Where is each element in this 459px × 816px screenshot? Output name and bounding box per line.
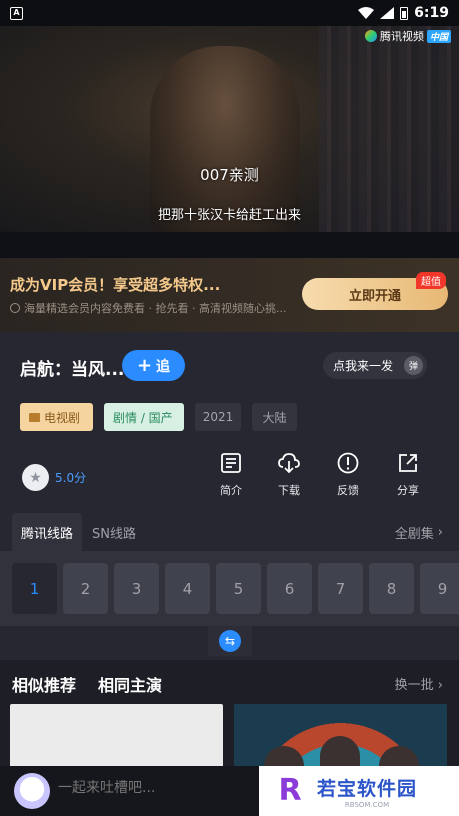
clock-icon [10,303,20,313]
episode-button[interactable]: 5 [216,563,261,614]
collapse-handle[interactable]: ⇆ [208,626,252,656]
tencent-video-logo-icon [364,30,377,42]
tag-genre[interactable]: 剧情 / 国产 [104,403,184,431]
tag-type[interactable]: 电视剧 [20,403,93,431]
alert-circle-icon [337,452,359,474]
share-button[interactable]: 分享 [386,452,430,498]
intro-button[interactable]: 简介 [209,452,253,498]
video-background [319,26,459,232]
watermark-title: 若宝软件园 [317,777,418,800]
episode-button[interactable]: 2 [63,563,108,614]
download-label: 下载 [278,484,300,497]
follow-button[interactable]: + 追 [122,350,185,381]
tab-tencent-route[interactable]: 腾讯线路 [12,513,82,551]
detail-panel: 启航：当风... + 追 点我来一发 弹 电视剧 剧情 / 国产 2021 大陆… [0,332,459,672]
logo-text: 腾讯视频 [379,30,424,43]
battery-icon [400,6,409,20]
star-icon: ★ [22,464,49,491]
feedback-label: 反馈 [337,484,359,497]
player-bottom-gap [0,232,459,258]
episode-button[interactable]: 3 [114,563,159,614]
episode-button[interactable]: 8 [369,563,414,614]
avatar[interactable] [14,773,50,809]
all-episodes-link[interactable]: 全剧集 › [395,513,443,551]
vip-title: 成为VIP会员！享受超多特权... [10,276,221,294]
tv-icon [29,412,40,422]
vip-banner[interactable]: 成为VIP会员！享受超多特权... 海量精选会员内容免费看 · 抢先看 · 高清… [0,258,459,332]
status-time: 6:19 [414,5,449,21]
download-button[interactable]: 下载 [267,452,311,498]
tab-same-cast[interactable]: 相同主演 [98,672,162,696]
follow-label: 追 [156,358,171,375]
rating-score: 5.0分 [55,471,87,485]
feedback-button[interactable]: 反馈 [326,452,370,498]
danmaku-pill[interactable]: 点我来一发 弹 [323,352,427,379]
watermark-sub: RBSOM.COM [344,800,390,809]
tag-region[interactable]: 大陆 [252,403,297,431]
chevron-right-icon: › [437,678,443,693]
refresh-label: 换一批 [394,678,434,693]
show-title[interactable]: 启航：当风... [20,355,124,380]
tag-type-label: 电视剧 [44,410,81,425]
document-icon [221,453,241,473]
app-notification-icon: A [10,6,23,20]
watermark-logo-icon: R [278,773,302,808]
cloud-download-icon [278,453,300,474]
subtitle-top: 007亲测 [200,166,259,184]
signal-icon [380,7,395,19]
episode-button[interactable]: 9 [420,563,459,614]
episode-strip[interactable]: 1 2 3 4 5 6 7 8 9 [0,551,459,626]
danmaku-avatar-icon: 弹 [404,356,423,375]
refresh-link[interactable]: 换一批 › [395,674,443,693]
subtitle-bottom: 把那十张汉卡给赶工出来 [157,208,301,223]
watermark: R 若宝软件园 RBSOM.COM [259,766,459,816]
comment-input[interactable] [58,780,248,796]
chevron-right-icon: › [437,524,443,540]
vip-subtitle: 海量精选会员内容免费看 · 抢先看 · 高清视频随心挑... [10,300,286,316]
vip-badge: 超值 [416,272,446,289]
share-label: 分享 [397,484,419,497]
episode-button[interactable]: 4 [165,563,210,614]
tag-year[interactable]: 2021 [195,403,241,431]
share-icon [399,454,417,472]
tab-similar[interactable]: 相似推荐 [12,672,76,696]
swap-arrows-icon: ⇆ [219,630,241,652]
tab-sn-route[interactable]: SN线路 [92,513,136,551]
episode-button[interactable]: 7 [318,563,363,614]
tencent-video-logo: 腾讯视频 中国 [364,28,451,44]
logo-tag: 中国 [426,29,451,43]
wifi-icon [358,7,375,19]
intro-label: 简介 [220,484,242,497]
danmaku-pill-label: 点我来一发 [333,359,394,373]
video-player[interactable]: 腾讯视频 中国 007亲测 把那十张汉卡给赶工出来 [0,26,459,232]
rating[interactable]: ★ 5.0分 [22,464,86,491]
vip-subtitle-text: 海量精选会员内容免费看 · 抢先看 · 高清视频随心挑... [24,302,287,315]
all-episodes-label: 全剧集 [394,526,434,542]
episode-button[interactable]: 6 [267,563,312,614]
route-tabs: 腾讯线路 SN线路 全剧集 › [0,513,459,551]
episode-button[interactable]: 1 [12,563,57,614]
plus-icon: + [136,354,153,376]
status-bar: A 6:19 [0,0,459,26]
